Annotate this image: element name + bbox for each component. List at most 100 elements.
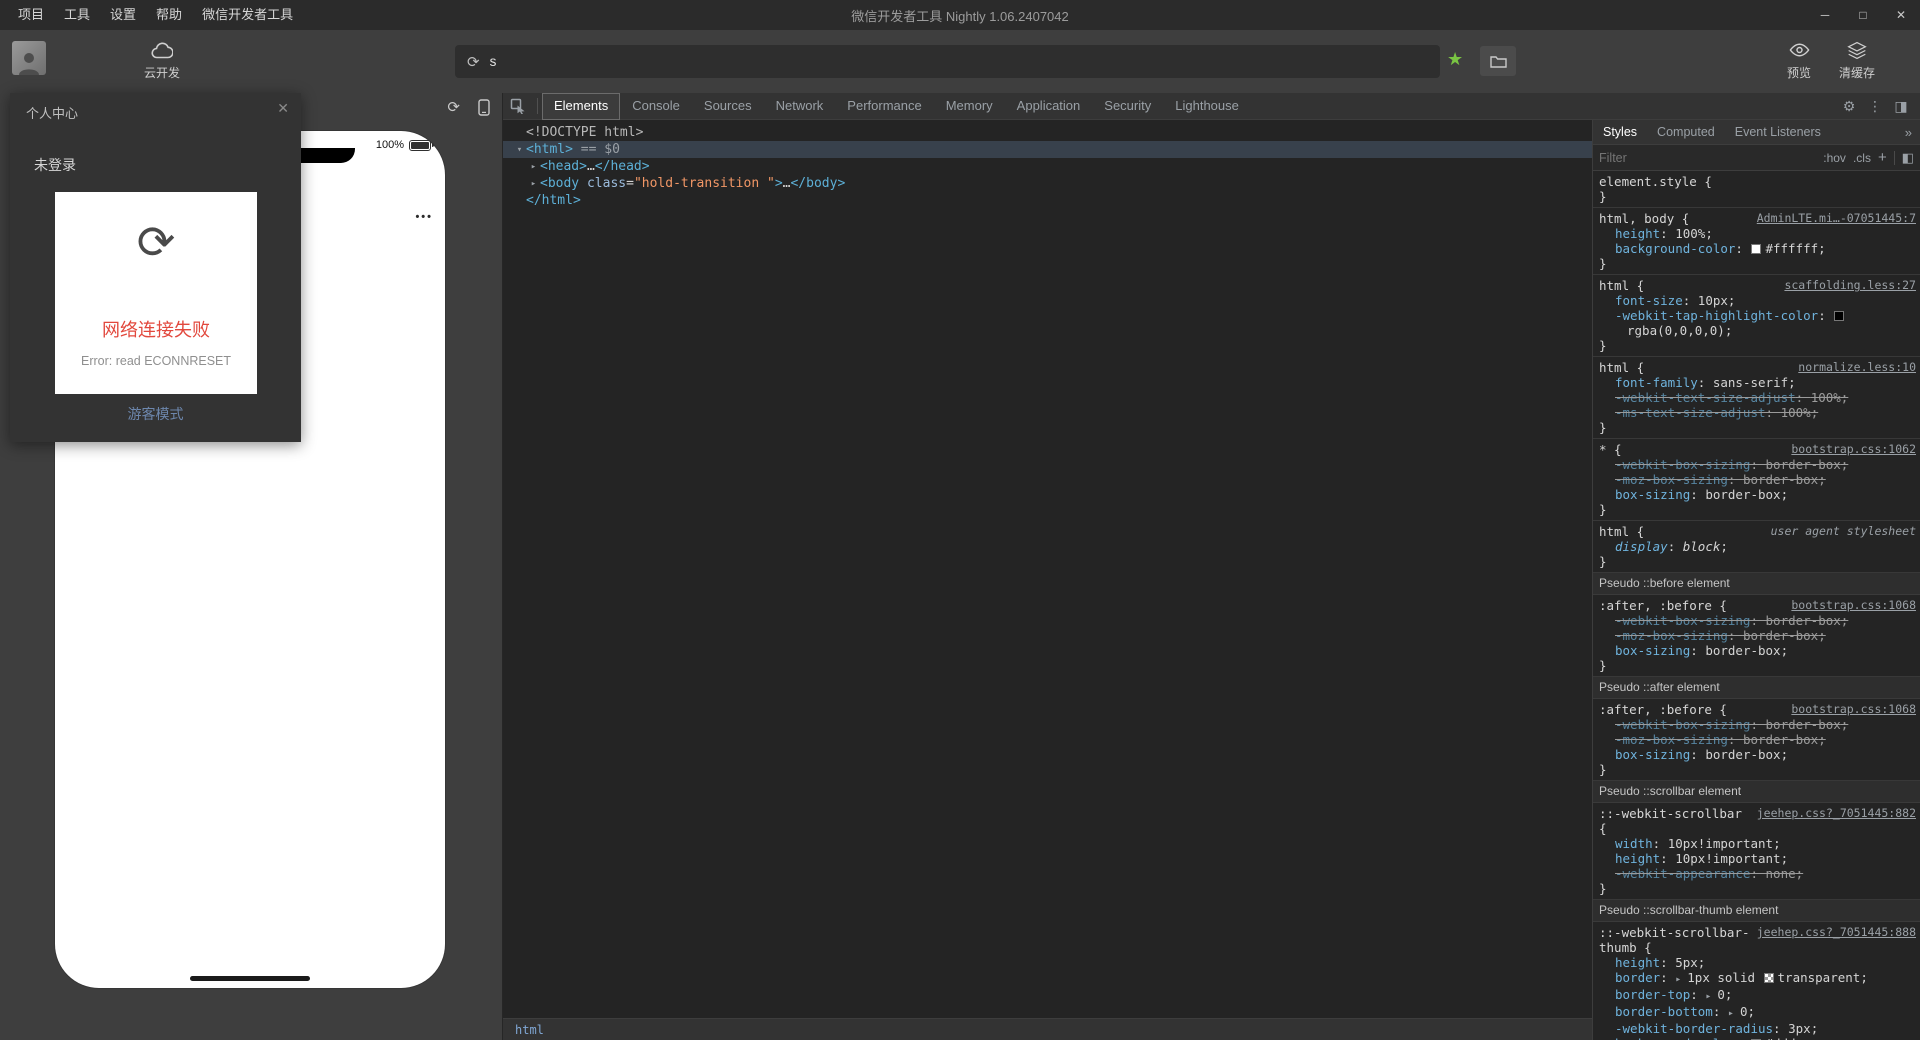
- address-input[interactable]: [489, 54, 1428, 69]
- stylesheet-link[interactable]: normalize.less:10: [1798, 360, 1916, 375]
- minimize-button[interactable]: ─: [1806, 0, 1844, 30]
- css-declaration[interactable]: -webkit-box-sizing: border-box;: [1599, 457, 1916, 472]
- expand-value-icon[interactable]: ▸: [1728, 1008, 1740, 1019]
- css-declaration[interactable]: border-bottom: ▸ 0;: [1599, 1004, 1916, 1021]
- rule-selector[interactable]: html: [1599, 278, 1629, 293]
- stylesheet-link[interactable]: bootstrap.css:1062: [1791, 442, 1916, 457]
- sim-refresh-button[interactable]: ⟳: [447, 98, 460, 116]
- more-options-button[interactable]: ⋮: [1862, 98, 1888, 115]
- css-declaration[interactable]: -moz-box-sizing: border-box;: [1599, 732, 1916, 747]
- css-declaration[interactable]: -moz-box-sizing: border-box;: [1599, 472, 1916, 487]
- tab-lighthouse[interactable]: Lighthouse: [1163, 93, 1251, 120]
- menu-item[interactable]: 微信开发者工具: [192, 0, 303, 30]
- expand-value-icon[interactable]: ▸: [1705, 991, 1717, 1002]
- overflow-chevron-icon[interactable]: »: [1905, 125, 1912, 140]
- css-declaration[interactable]: font-family: sans-serif;: [1599, 375, 1916, 390]
- dom-tree-row[interactable]: <!DOCTYPE html>: [503, 124, 1592, 141]
- stylesheet-link[interactable]: bootstrap.css:1068: [1791, 598, 1916, 613]
- stylesheet-link[interactable]: jeehep.css?_7051445:882: [1757, 806, 1916, 821]
- stylesheet-link[interactable]: bootstrap.css:1068: [1791, 702, 1916, 717]
- tab-sources[interactable]: Sources: [692, 93, 764, 120]
- menu-dots-icon[interactable]: •••: [415, 211, 433, 223]
- dom-tree-row[interactable]: ▸ <body class="hold-transition ">…</body>: [503, 175, 1592, 192]
- css-declaration[interactable]: -ms-text-size-adjust: 100%;: [1599, 405, 1916, 420]
- dom-tree-row[interactable]: ▸ <head>…</head>: [503, 158, 1592, 175]
- css-declaration[interactable]: height: 100%;: [1599, 226, 1916, 241]
- rule-selector[interactable]: ::-webkit-scrollbar: [1599, 806, 1742, 821]
- tab-elements[interactable]: Elements: [542, 92, 621, 120]
- tab-security[interactable]: Security: [1092, 93, 1163, 120]
- user-avatar[interactable]: [12, 41, 46, 75]
- pseudo-state-button[interactable]: :hov: [1823, 151, 1846, 165]
- css-declaration[interactable]: -webkit-tap-highlight-color: rgba(0,0,0,…: [1599, 308, 1916, 338]
- css-declaration[interactable]: height: 10px!important;: [1599, 851, 1916, 866]
- preview-button[interactable]: 预览: [1771, 37, 1827, 81]
- rule-selector[interactable]: html: [1599, 360, 1629, 375]
- css-declaration[interactable]: box-sizing: border-box;: [1599, 487, 1916, 502]
- css-declaration[interactable]: border-top: ▸ 0;: [1599, 987, 1916, 1004]
- menu-item[interactable]: 工具: [54, 0, 100, 30]
- sim-device-button[interactable]: [478, 98, 490, 116]
- rule-selector[interactable]: html, body: [1599, 211, 1674, 226]
- popup-close-button[interactable]: ✕: [277, 100, 289, 117]
- css-declaration[interactable]: width: 10px!important;: [1599, 836, 1916, 851]
- maximize-button[interactable]: □: [1844, 0, 1882, 30]
- css-declaration[interactable]: -webkit-box-sizing: border-box;: [1599, 717, 1916, 732]
- styles-tab-styles[interactable]: Styles: [1593, 120, 1647, 144]
- dock-side-button[interactable]: ◨: [1888, 98, 1914, 115]
- rule-selector[interactable]: :after, :before: [1599, 598, 1712, 613]
- inspect-button[interactable]: [503, 98, 533, 114]
- class-toggle-button[interactable]: .cls: [1853, 151, 1871, 165]
- tab-console[interactable]: Console: [620, 93, 692, 120]
- stylesheet-link[interactable]: AdminLTE.mi…-07051445:7: [1757, 211, 1916, 226]
- stylesheet-link[interactable]: jeehep.css?_7051445:888: [1757, 925, 1916, 940]
- menu-item[interactable]: 设置: [100, 0, 146, 30]
- css-declaration[interactable]: -webkit-border-radius: 3px;: [1599, 1021, 1916, 1036]
- expand-right-icon[interactable]: ▸: [527, 159, 540, 176]
- css-declaration[interactable]: background-color: #ffffff;: [1599, 241, 1916, 256]
- css-declaration[interactable]: box-sizing: border-box;: [1599, 747, 1916, 762]
- menu-item[interactable]: 帮助: [146, 0, 192, 30]
- menu-item[interactable]: 项目: [8, 0, 54, 30]
- styles-tab-computed[interactable]: Computed: [1647, 120, 1725, 144]
- css-declaration[interactable]: height: 5px;: [1599, 955, 1916, 970]
- expand-down-icon[interactable]: ▾: [513, 142, 526, 159]
- breadcrumb-html[interactable]: html: [515, 1023, 544, 1037]
- css-declaration[interactable]: -webkit-text-size-adjust: 100%;: [1599, 390, 1916, 405]
- cloud-dev-button[interactable]: 云开发: [132, 37, 192, 81]
- color-swatch[interactable]: [1751, 244, 1762, 254]
- expand-value-icon[interactable]: ▸: [1675, 974, 1687, 985]
- dom-tree-row[interactable]: ▾ <html> == $0: [503, 141, 1592, 158]
- dom-tree-row[interactable]: </html>: [503, 192, 1592, 209]
- css-declaration[interactable]: -moz-box-sizing: border-box;: [1599, 628, 1916, 643]
- clear-cache-button[interactable]: 清缓存: [1825, 37, 1889, 81]
- open-folder-button[interactable]: [1480, 46, 1516, 76]
- css-declaration[interactable]: -webkit-appearance: none;: [1599, 866, 1916, 881]
- rule-selector[interactable]: html: [1599, 524, 1629, 539]
- css-declaration[interactable]: -webkit-box-sizing: border-box;: [1599, 613, 1916, 628]
- rule-selector[interactable]: :after, :before: [1599, 702, 1712, 717]
- tab-application[interactable]: Application: [1005, 93, 1093, 120]
- styles-tab-event-listeners[interactable]: Event Listeners: [1725, 120, 1831, 144]
- expand-right-icon[interactable]: ▸: [527, 176, 540, 193]
- refresh-icon[interactable]: ⟳: [467, 53, 480, 71]
- favorite-star-icon[interactable]: ★: [1447, 49, 1463, 70]
- color-swatch[interactable]: [1763, 973, 1774, 983]
- panel-toggle-icon[interactable]: ◧: [1902, 150, 1914, 166]
- filter-input[interactable]: [1599, 150, 1817, 165]
- css-declaration[interactable]: background-color: #ddd;: [1599, 1036, 1916, 1040]
- css-declaration[interactable]: border: ▸ 1px solid transparent;: [1599, 970, 1916, 987]
- tab-memory[interactable]: Memory: [934, 93, 1005, 120]
- rule-selector[interactable]: ::-webkit-scrollbar-thumb: [1599, 925, 1750, 955]
- settings-button[interactable]: ⚙: [1836, 98, 1862, 115]
- css-declaration[interactable]: box-sizing: border-box;: [1599, 643, 1916, 658]
- guest-mode-link[interactable]: 游客模式: [10, 404, 301, 424]
- rule-selector[interactable]: *: [1599, 442, 1607, 457]
- css-declaration[interactable]: display: block;: [1599, 539, 1916, 554]
- color-swatch[interactable]: [1834, 311, 1845, 321]
- close-button[interactable]: ✕: [1882, 0, 1920, 30]
- qr-refresh-icon[interactable]: ⟳: [55, 216, 257, 268]
- stylesheet-link[interactable]: scaffolding.less:27: [1784, 278, 1916, 293]
- new-style-rule-button[interactable]: +: [1878, 149, 1887, 166]
- tab-performance[interactable]: Performance: [835, 93, 933, 120]
